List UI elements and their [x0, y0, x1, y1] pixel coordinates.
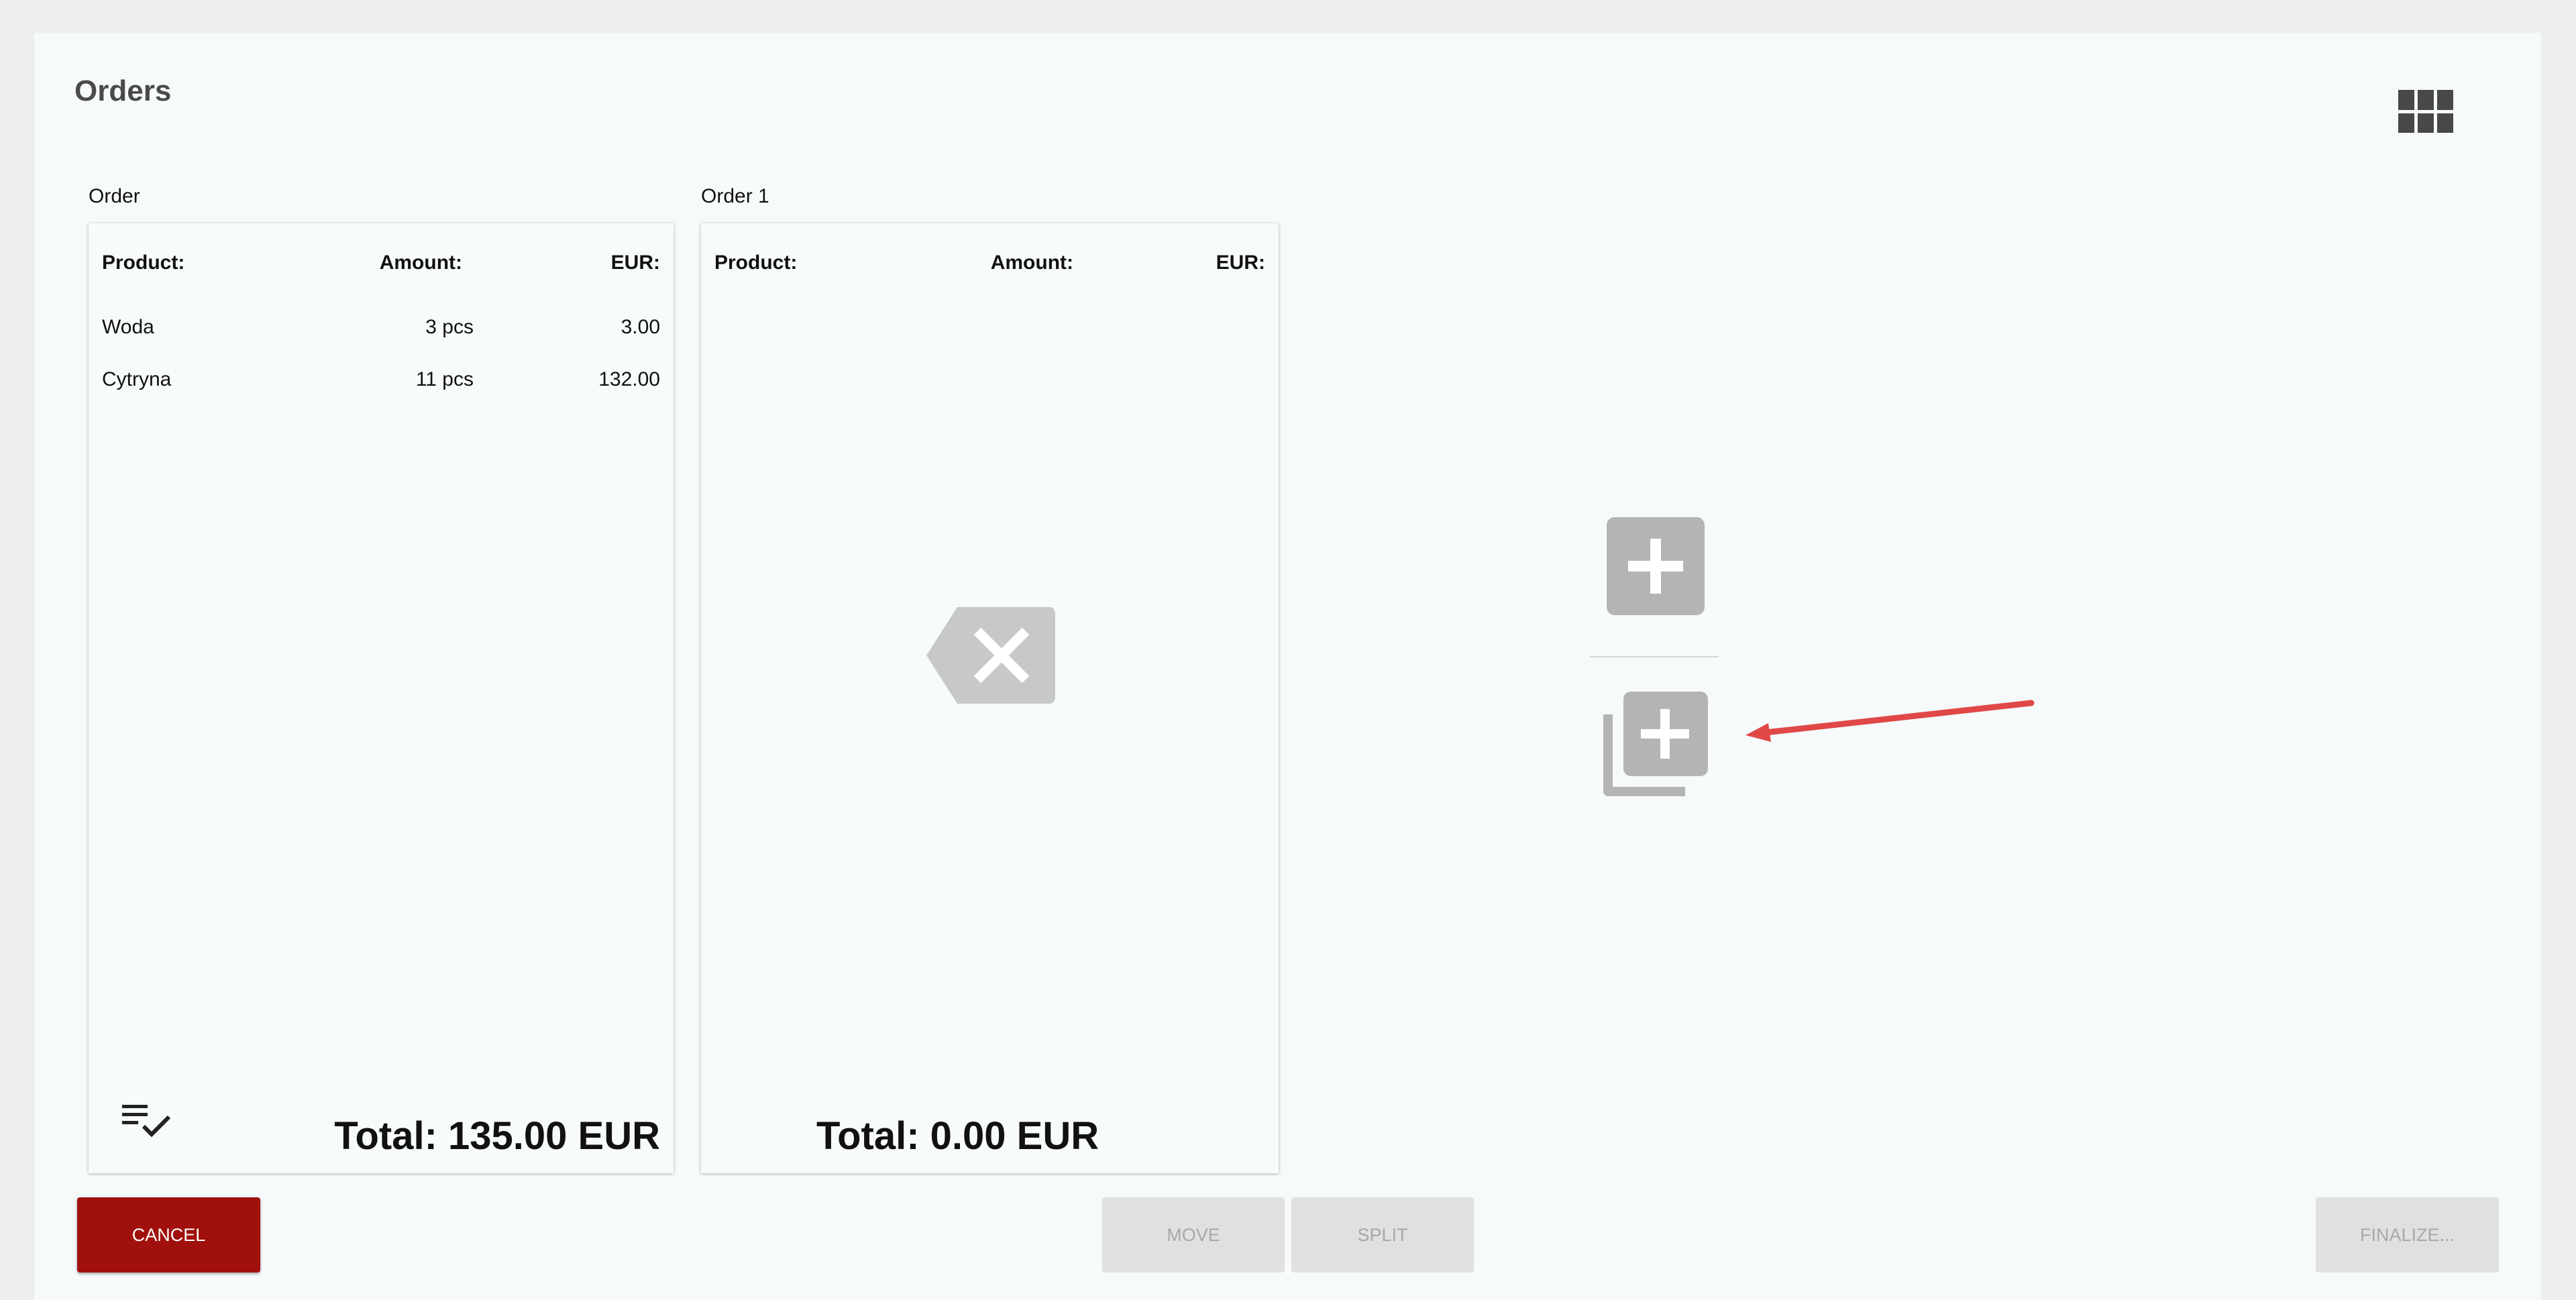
order-item-row[interactable]: Woda 3 pcs 3.00 — [89, 316, 674, 356]
order-label: Order — [89, 185, 140, 207]
clear-backspace-icon[interactable] — [925, 606, 1057, 705]
finalize-button[interactable]: FINALIZE... — [2316, 1197, 2499, 1272]
item-product: Woda — [102, 316, 154, 338]
order-total: Total: 135.00 EUR — [334, 1114, 660, 1158]
column-header-amount: Amount: — [379, 252, 462, 274]
column-header-amount: Amount: — [990, 252, 1073, 274]
divider — [1590, 656, 1719, 657]
order-card[interactable]: Product: Amount: EUR: Woda 3 pcs 3.00 Cy… — [89, 223, 674, 1173]
item-amount: 3 pcs — [425, 316, 474, 338]
checklist-icon[interactable] — [121, 1102, 170, 1140]
move-button[interactable]: MOVE — [1102, 1197, 1285, 1272]
item-product: Cytryna — [102, 368, 172, 390]
column-header-eur: EUR: — [610, 252, 660, 274]
page-title: Orders — [74, 74, 172, 107]
add-order-icon[interactable] — [1607, 517, 1705, 615]
item-eur: 3.00 — [621, 316, 660, 338]
order-item-row[interactable]: Cytryna 11 pcs 132.00 — [89, 368, 674, 409]
order-total: Total: 0.00 EUR — [816, 1114, 1099, 1158]
add-copy-order-icon[interactable] — [1601, 690, 1709, 799]
item-amount: 11 pcs — [415, 368, 474, 390]
column-header-eur: EUR: — [1216, 252, 1265, 274]
column-header-product: Product: — [102, 252, 185, 274]
order-card[interactable]: Product: Amount: EUR: Total: 0.00 EUR — [701, 223, 1279, 1173]
order-label: Order 1 — [701, 185, 769, 207]
column-header-product: Product: — [714, 252, 798, 274]
red-arrow-annotation — [1746, 700, 2035, 742]
cancel-button[interactable]: CANCEL — [77, 1197, 260, 1272]
item-eur: 132.00 — [598, 368, 660, 390]
grid-view-icon[interactable] — [2398, 90, 2453, 133]
split-button[interactable]: SPLIT — [1291, 1197, 1474, 1272]
